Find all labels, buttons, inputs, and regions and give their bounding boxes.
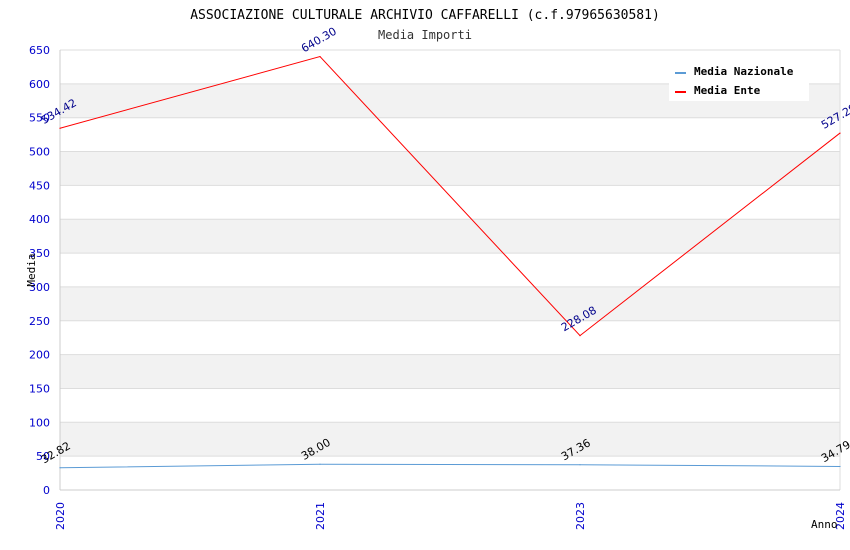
- plot-background-bands: [60, 83, 840, 457]
- data-point: [839, 465, 841, 468]
- data-point: [839, 132, 841, 134]
- chart-title: ASSOCIAZIONE CULTURALE ARCHIVIO CAFFAREL…: [190, 8, 660, 23]
- y-axis-label: Media: [25, 253, 38, 286]
- x-axis-ticks: 2020 2021 2023 2024: [54, 502, 847, 530]
- y-tick-label: 650: [29, 44, 50, 57]
- line-chart: ASSOCIAZIONE CULTURALE ARCHIVIO CAFFAREL…: [25, 8, 850, 531]
- legend-label-ente: Media Ente: [694, 84, 761, 97]
- data-point: [319, 463, 321, 465]
- data-label: 640.30: [299, 25, 339, 56]
- grid-band: [60, 286, 840, 321]
- y-tick-label: 150: [29, 382, 50, 395]
- data-point: [59, 467, 61, 469]
- grid-band: [60, 151, 840, 186]
- grid-band: [60, 354, 840, 389]
- y-tick-label: 100: [29, 416, 50, 429]
- legend-label-nazionale: Media Nazionale: [694, 65, 794, 78]
- y-tick-label: 500: [29, 146, 50, 159]
- data-point: [579, 335, 581, 337]
- y-tick-label: 400: [29, 213, 50, 226]
- grid-band: [60, 422, 840, 457]
- x-axis-label: Anno: [811, 518, 838, 531]
- data-point: [579, 464, 581, 466]
- y-tick-label: 600: [29, 78, 50, 91]
- legend: Media Nazionale Media Ente: [669, 61, 809, 101]
- x-tick-label: 2021: [314, 502, 327, 530]
- series-line-0: [59, 463, 841, 469]
- data-point: [319, 55, 321, 58]
- chart-subtitle: Media Importi: [378, 28, 472, 42]
- y-tick-label: 450: [29, 179, 50, 192]
- y-tick-label: 250: [29, 315, 50, 328]
- x-tick-label: 2023: [574, 502, 587, 530]
- y-tick-label: 200: [29, 349, 50, 362]
- x-tick-label: 2020: [54, 502, 67, 530]
- y-tick-label: 0: [43, 484, 50, 497]
- data-label: 32.82: [39, 439, 73, 466]
- data-point: [59, 127, 61, 129]
